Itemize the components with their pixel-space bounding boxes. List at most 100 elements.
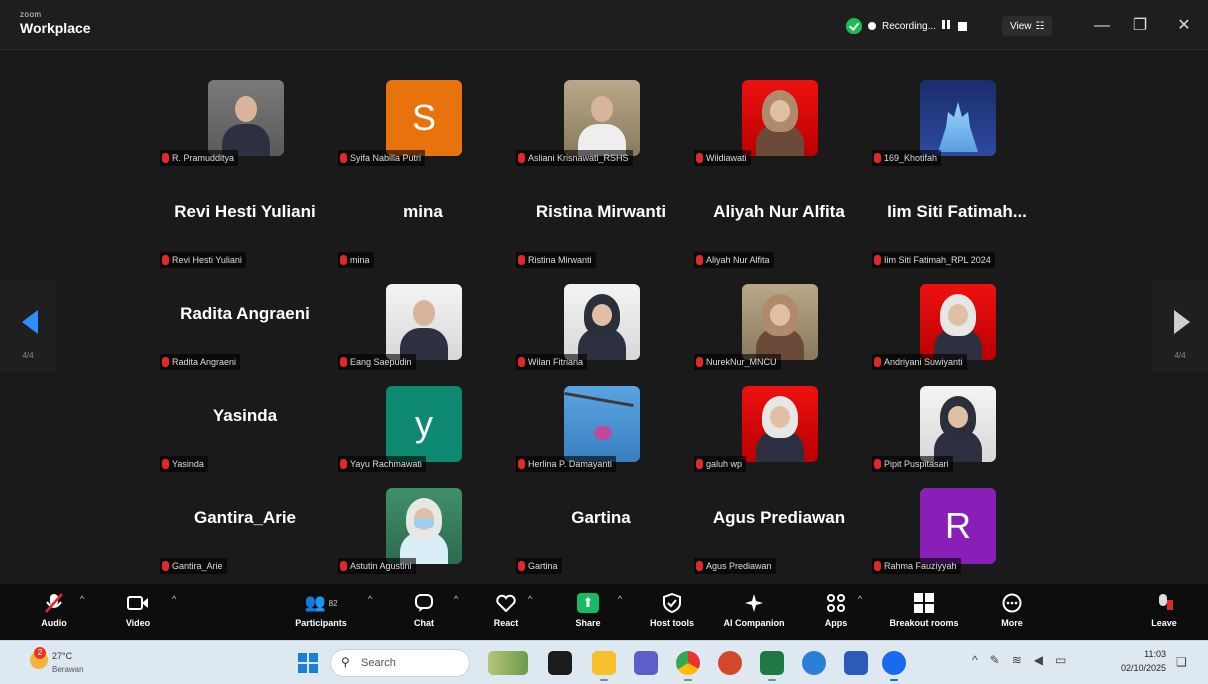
weather-condition: Berawan [52, 665, 84, 674]
system-clock[interactable]: 11:03 02/10/2025 [1110, 647, 1166, 675]
participant-photo [920, 80, 996, 156]
apps-options-caret-icon[interactable]: ^ [858, 594, 862, 604]
weather-widget[interactable]: 2 27°C Berawan [30, 647, 100, 679]
mic-muted-icon [874, 255, 881, 265]
excel-icon[interactable] [760, 651, 784, 675]
participant-name: Andriyani Suwiyanti [884, 357, 963, 367]
minimize-button[interactable]: — [1090, 14, 1114, 38]
share-button[interactable]: ⬆ Share [568, 590, 608, 636]
edge-icon[interactable] [802, 651, 826, 675]
mic-muted-icon [340, 459, 347, 469]
meeting-toolbar: Audio ^ Video ^ 👥 82 Participants ^ Chat … [0, 584, 1208, 640]
task-view-icon[interactable] [548, 651, 572, 675]
avatar-initial: S [386, 80, 462, 156]
react-options-caret-icon[interactable]: ^ [528, 594, 532, 604]
chat-button[interactable]: Chat [404, 590, 444, 636]
close-window-button[interactable]: ✕ [1172, 14, 1196, 38]
chevron-up-icon[interactable]: ^ [972, 653, 978, 667]
participant-name: Rahma Fauziyyah [884, 561, 957, 571]
zoom-taskbar-icon[interactable] [882, 651, 906, 675]
participant-photo [920, 386, 996, 462]
encryption-shield-icon[interactable] [846, 18, 862, 34]
previous-page-button[interactable]: 4/4 [0, 280, 56, 372]
volume-icon[interactable]: ◀ [1034, 653, 1043, 667]
participant-tile[interactable]: Agus Prediawan Agus Prediawan [690, 478, 868, 580]
participants-options-caret-icon[interactable]: ^ [368, 594, 372, 604]
apps-button[interactable]: Apps [816, 590, 856, 636]
word-icon[interactable] [844, 651, 868, 675]
participant-name-label: Gantira_Arie [160, 558, 227, 574]
battery-icon[interactable]: ▭ [1055, 653, 1066, 667]
chat-options-caret-icon[interactable]: ^ [454, 594, 458, 604]
mic-muted-icon [696, 255, 703, 265]
participant-tile[interactable]: Wilan Fitriana [512, 274, 690, 376]
file-explorer-icon[interactable] [592, 651, 616, 675]
participant-tile[interactable]: R Rahma Fauziyyah [868, 478, 1046, 580]
participant-tile[interactable]: Iim Siti Fatimah... Iim Siti Fatimah_RPL … [868, 172, 1046, 274]
participant-photo [564, 80, 640, 156]
participant-tile[interactable]: 169_Khotifah [868, 70, 1046, 172]
participant-tile[interactable]: Astutin Agustini [334, 478, 512, 580]
participant-photo [742, 80, 818, 156]
participant-tile[interactable]: galuh wp [690, 376, 868, 478]
audio-label: Audio [41, 618, 67, 628]
participant-photo [208, 80, 284, 156]
windows-start-icon[interactable] [298, 653, 318, 673]
participant-tile[interactable]: Gantira_Arie Gantira_Arie [156, 478, 334, 580]
notification-icon[interactable]: ❑ [1176, 655, 1187, 669]
participant-tile[interactable]: Revi Hesti Yuliani Revi Hesti Yuliani [156, 172, 334, 274]
chrome-icon[interactable] [676, 651, 700, 675]
powerpoint-icon[interactable] [718, 651, 742, 675]
share-options-caret-icon[interactable]: ^ [618, 594, 622, 604]
participant-tile[interactable]: Ristina Mirwanti Ristina Mirwanti [512, 172, 690, 274]
restore-button[interactable]: ❐ [1128, 14, 1152, 38]
participant-tile[interactable]: S Syifa Nabilla Putri [334, 70, 512, 172]
participant-tile[interactable]: y Yayu Rachmawati [334, 376, 512, 478]
pen-icon[interactable]: ✎ [990, 653, 1000, 667]
leave-button[interactable]: Leave [1144, 590, 1184, 636]
pause-recording-button[interactable] [941, 20, 952, 32]
stop-recording-button[interactable] [957, 21, 967, 31]
host-tools-button[interactable]: Host tools [640, 590, 704, 636]
participant-tile[interactable]: Eang Saepudin [334, 274, 512, 376]
participant-tile[interactable]: Andriyani Suwiyanti [868, 274, 1046, 376]
breakout-rooms-label: Breakout rooms [889, 618, 959, 628]
weather-badge: 2 [34, 647, 46, 659]
participant-tile[interactable]: R. Pramudditya [156, 70, 334, 172]
participant-display-name: Gartina [571, 508, 631, 527]
participant-name: Revi Hesti Yuliani [172, 255, 242, 265]
wifi-icon[interactable]: ≋ [1012, 653, 1022, 667]
ai-companion-button[interactable]: AI Companion [712, 590, 796, 636]
participant-tile[interactable]: Aliyah Nur Alfita Aliyah Nur Alfita [690, 172, 868, 274]
clock-time: 11:03 [1144, 649, 1166, 659]
landscape-widget-icon[interactable] [488, 651, 528, 675]
participant-tile[interactable]: Gartina Gartina [512, 478, 690, 580]
view-button[interactable]: View ☷ [1002, 16, 1053, 36]
participant-tile[interactable]: Asliani Krisnawati_RSHS [512, 70, 690, 172]
participant-tile[interactable]: NurekNur_MNCU [690, 274, 868, 376]
participant-tile[interactable]: Yasinda Yasinda [156, 376, 334, 478]
participant-name-label: Yasinda [160, 456, 208, 472]
participants-icon: 👥 [304, 593, 326, 612]
participants-button[interactable]: 👥 82 Participants [286, 590, 356, 636]
next-page-button[interactable]: 4/4 [1152, 280, 1208, 372]
apps-icon [816, 590, 856, 616]
audio-button[interactable]: Audio [34, 590, 74, 636]
more-button[interactable]: More [992, 590, 1032, 636]
participant-tile[interactable]: Wildiawati [690, 70, 868, 172]
participant-tile[interactable]: Pipit Puspitasari [868, 376, 1046, 478]
mic-muted-icon [874, 357, 881, 367]
audio-options-caret-icon[interactable]: ^ [80, 594, 84, 604]
react-button[interactable]: React [486, 590, 526, 636]
app-brand: zoom Workplace [20, 10, 91, 36]
teams-icon[interactable] [634, 651, 658, 675]
participant-display-name: Agus Prediawan [712, 508, 846, 527]
participant-tile[interactable]: Radita Angraeni Radita Angraeni [156, 274, 334, 376]
participant-tile[interactable]: mina mina [334, 172, 512, 274]
participant-tile[interactable]: Herlina P. Damayanti [512, 376, 690, 478]
taskbar-search[interactable]: ⚲ Search [330, 649, 470, 677]
breakout-rooms-button[interactable]: Breakout rooms [876, 590, 972, 636]
participant-name: Aliyah Nur Alfita [706, 255, 770, 265]
video-options-caret-icon[interactable]: ^ [172, 594, 176, 604]
video-button[interactable]: Video [118, 590, 158, 636]
